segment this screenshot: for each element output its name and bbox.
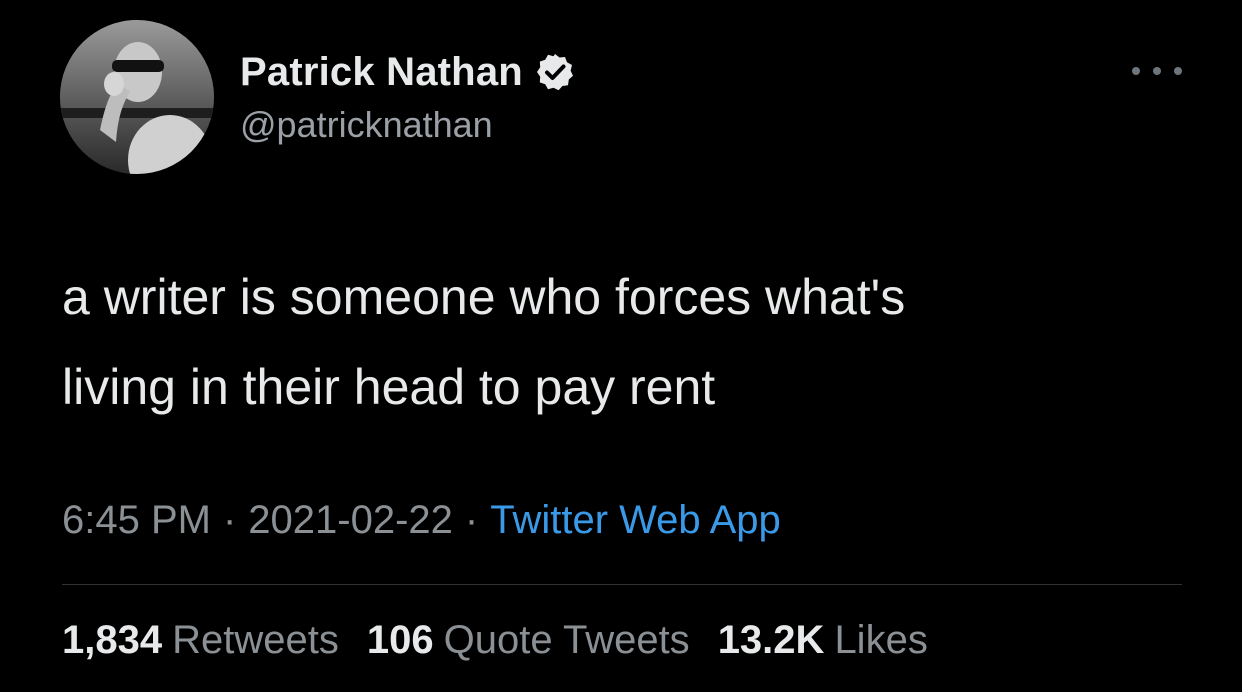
quote-tweets-stat[interactable]: 106 Quote Tweets [367,618,690,663]
quote-tweets-label: Quote Tweets [443,618,690,662]
retweets-stat[interactable]: 1,834 Retweets [62,618,339,663]
tweet-meta: 6:45 PM · 2021-02-22 · Twitter Web App [62,498,781,543]
quote-tweets-count: 106 [366,618,434,662]
tweet-text: a writer is someone who forces what's li… [62,269,906,415]
verified-badge-icon [535,52,575,92]
tweet-stats: 1,834 Retweets 106 Quote Tweets 13.2K Likes [62,618,928,663]
likes-label: Likes [834,618,928,662]
tweet-time[interactable]: 6:45 PM [62,498,211,542]
more-dot [1174,67,1182,75]
separator: · [222,498,237,542]
more-options-icon[interactable] [1132,56,1182,86]
likes-count: 13.2K [717,618,825,662]
retweets-label: Retweets [172,618,339,662]
display-name[interactable]: Patrick Nathan [240,50,523,95]
display-name-row: Patrick Nathan [240,44,575,100]
more-dot [1132,67,1140,75]
tweet-card: Patrick Nathan @patricknathan a writer i… [0,0,1242,692]
tweet-date[interactable]: 2021-02-22 [248,498,453,542]
user-handle[interactable]: @patricknathan [240,104,493,146]
separator: · [464,498,479,542]
tweet-source-link[interactable]: Twitter Web App [490,498,781,542]
divider [62,584,1182,585]
more-dot [1153,67,1161,75]
likes-stat[interactable]: 13.2K Likes [718,618,928,663]
retweets-count: 1,834 [62,618,163,662]
avatar[interactable] [60,20,214,174]
